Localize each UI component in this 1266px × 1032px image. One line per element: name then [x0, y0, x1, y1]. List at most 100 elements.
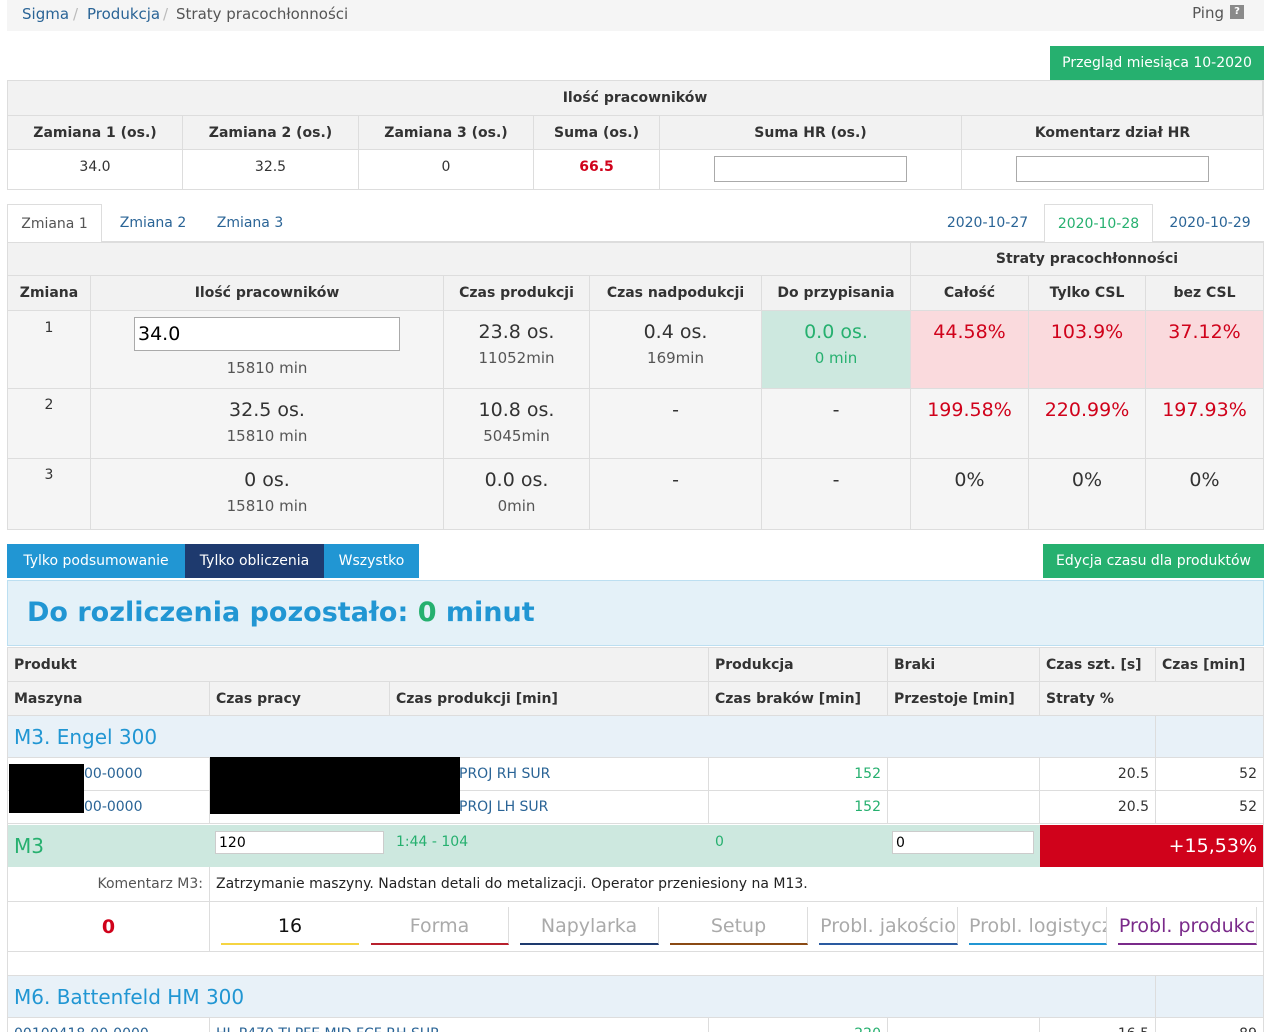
header-maszyna: Maszyna: [8, 682, 210, 715]
header-zmiana: Zmiana: [8, 276, 91, 311]
header-ilosc-pracownikow: Ilość pracowników: [91, 276, 444, 311]
header-zamiana-2: Zamiana 2 (os.): [183, 116, 359, 150]
view-all-button[interactable]: Wszystko: [324, 544, 419, 578]
downtime-tab-production[interactable]: Probl. produkc: [1118, 907, 1257, 945]
tab-date-prev[interactable]: 2020-10-27: [940, 204, 1035, 242]
header-produkt: Produkt: [8, 648, 709, 681]
remaining-prefix: Do rozliczenia pozostało:: [27, 597, 418, 628]
tab-zmiana-1[interactable]: Zmiana 1: [7, 204, 102, 242]
product-name[interactable]: HL P470 TLPFE MID FCF RH SUR: [210, 1018, 709, 1032]
product-time-min: 52: [1239, 799, 1257, 815]
shift-row-2: 2: [8, 389, 91, 459]
remaining-suffix: minut: [436, 597, 535, 628]
shift-2-total-loss: 199.58%: [911, 389, 1029, 459]
shift-2-workers: 32.5 os.: [229, 399, 305, 421]
breadcrumb-current: Straty pracochłonności: [176, 5, 349, 23]
shift-1-over: 0.4 os.: [643, 321, 708, 343]
shift-1-assign: 0.0 os.: [804, 321, 868, 343]
shift-3-prod: 0.0 os.: [484, 469, 549, 491]
header-czas-szt: Czas szt. [s]: [1040, 648, 1156, 681]
workers-sum: 66.5: [534, 150, 660, 189]
shift-1-nocsl-loss: 37.12%: [1146, 311, 1263, 389]
remaining-value: 0: [417, 597, 437, 628]
downtime-tab-quality[interactable]: Probl. jakościo: [819, 907, 958, 945]
downtime-total: 0: [8, 902, 210, 951]
shift-3-prod-min: 0min: [497, 497, 536, 515]
comment-label: Komentarz M3:: [8, 867, 210, 901]
shift-3-total-loss: 0%: [911, 459, 1029, 529]
shift-1-prod: 23.8 os.: [478, 321, 555, 343]
product-production: 152: [709, 758, 888, 790]
product-time-min: 52: [1239, 766, 1257, 782]
product-header-row-1: Produkt Produkcja Braki Czas szt. [s] Cz…: [8, 648, 1263, 682]
shift-1-csl-loss: 103.9%: [1029, 311, 1146, 389]
product-row: 00-0000 PROJ RH SUR 152 20.5 52: [8, 758, 1263, 791]
summary-scrap-time: 0: [715, 834, 724, 850]
downtime-tab-setup[interactable]: Setup: [670, 907, 808, 945]
workers-shift-3: 0: [359, 150, 534, 189]
header-do-przypisania: Do przypisania: [762, 276, 911, 311]
shift-row-1: 1: [8, 311, 91, 389]
machine-group-m6: M6. Battenfeld HM 300: [8, 976, 1263, 1018]
shift-2-prod: 10.8 os.: [478, 399, 555, 421]
header-czas-nadprodukcji: Czas nadpodukcji: [590, 276, 762, 311]
summary-prod-time: 1:44 - 104: [396, 834, 469, 850]
hr-sum-input[interactable]: [714, 156, 907, 182]
shift-2-over: -: [590, 389, 762, 459]
shift-1-workers-min: 15810 min: [226, 359, 308, 377]
hr-comment-input[interactable]: [1016, 156, 1209, 182]
downtime-tab-count[interactable]: 16: [221, 907, 359, 945]
downtime-tab-napylarka[interactable]: Napylarka: [520, 907, 659, 945]
header-czas-brakow: Czas braków [min]: [709, 682, 888, 715]
shift-3-csl-loss: 0%: [1029, 459, 1146, 529]
losses-group-header: Straty pracochłonności: [911, 243, 1263, 276]
product-production: 152: [709, 791, 888, 823]
downtime-tab-forma[interactable]: Forma: [371, 907, 509, 945]
shift-number: 3: [44, 467, 54, 483]
month-overview-button[interactable]: Przegląd miesiąca 10-2020: [1050, 46, 1264, 80]
shift-3-assign: -: [762, 459, 911, 529]
shift-2-workers-min: 15810 min: [226, 427, 308, 445]
tab-date-next[interactable]: 2020-10-29: [1160, 204, 1260, 242]
summary-losses: +15,53%: [1040, 825, 1263, 867]
shift-1-workers-input[interactable]: [134, 317, 400, 351]
shift-2-assign: -: [762, 389, 911, 459]
downtime-tab-logistics[interactable]: Probl. logistycz: [969, 907, 1107, 945]
view-summary-button[interactable]: Tylko podsumowanie: [7, 544, 185, 578]
shift-number: 2: [44, 397, 54, 413]
breadcrumb-separator: /: [73, 5, 79, 23]
product-production: 220: [709, 1018, 888, 1032]
breadcrumb-separator: /: [163, 5, 169, 23]
view-calculations-button[interactable]: Tylko obliczenia: [185, 544, 324, 578]
product-time-s: 16.5: [1040, 1018, 1156, 1032]
shift-1-over-min: 169min: [647, 349, 704, 367]
shift-2-csl-loss: 220.99%: [1029, 389, 1146, 459]
breadcrumb: Sigma / Produkcja / Straty pracochłonnoś…: [7, 0, 1264, 31]
shift-3-workers-min: 15810 min: [226, 497, 308, 515]
product-time-min: 89: [1156, 1018, 1263, 1032]
workers-shift-2: 32.5: [183, 150, 359, 189]
ping-label[interactable]: Ping: [1192, 4, 1224, 22]
downtime-input[interactable]: [892, 831, 1034, 854]
header-tylko-csl: Tylko CSL: [1029, 276, 1146, 311]
product-row: 00-0000 PROJ LH SUR 152 20.5 52: [8, 791, 1263, 824]
header-bez-csl: bez CSL: [1146, 276, 1263, 311]
shift-1-total-loss: 44.58%: [911, 311, 1029, 389]
product-header-row-2: Maszyna Czas pracy Czas produkcji [min] …: [8, 682, 1263, 716]
work-time-input[interactable]: [215, 831, 384, 854]
breadcrumb-produkcja[interactable]: Produkcja: [87, 5, 160, 23]
product-code[interactable]: 00100418-00-0000: [8, 1018, 210, 1032]
header-czas-produkcji: Czas produkcji: [444, 276, 590, 311]
shift-row-3: 3: [8, 459, 91, 529]
breadcrumb-home[interactable]: Sigma: [22, 5, 69, 23]
header-suma-hr: Suma HR (os.): [660, 116, 962, 150]
tab-zmiana-3[interactable]: Zmiana 3: [205, 204, 295, 242]
shift-1-assign-min: 0 min: [814, 349, 858, 367]
redacted-code: [9, 764, 84, 813]
header-suma: Suma (os.): [534, 116, 660, 150]
tab-zmiana-2[interactable]: Zmiana 2: [108, 204, 198, 242]
tab-date-current[interactable]: 2020-10-28: [1044, 204, 1153, 242]
help-icon[interactable]: ?: [1230, 5, 1244, 19]
comment-text[interactable]: Zatrzymanie maszyny. Nadstan detali do m…: [210, 867, 1263, 901]
edit-product-time-button[interactable]: Edycja czasu dla produktów: [1043, 544, 1264, 578]
